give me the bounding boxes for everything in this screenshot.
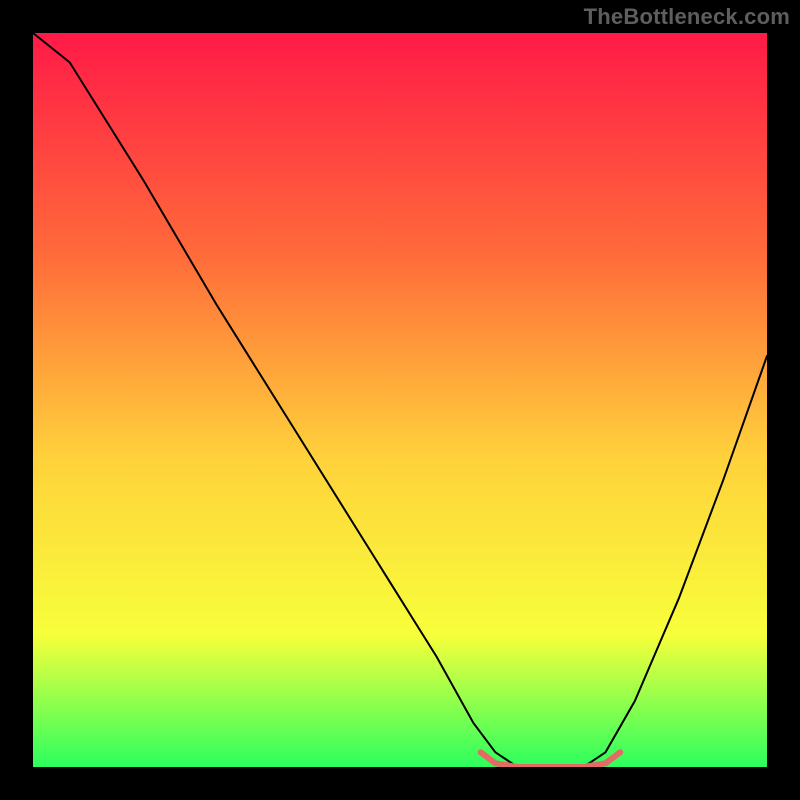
chart-svg — [33, 33, 767, 767]
chart-frame: TheBottleneck.com — [0, 0, 800, 800]
gradient-background — [33, 33, 767, 767]
watermark-text: TheBottleneck.com — [584, 4, 790, 30]
plot-area — [33, 33, 767, 767]
